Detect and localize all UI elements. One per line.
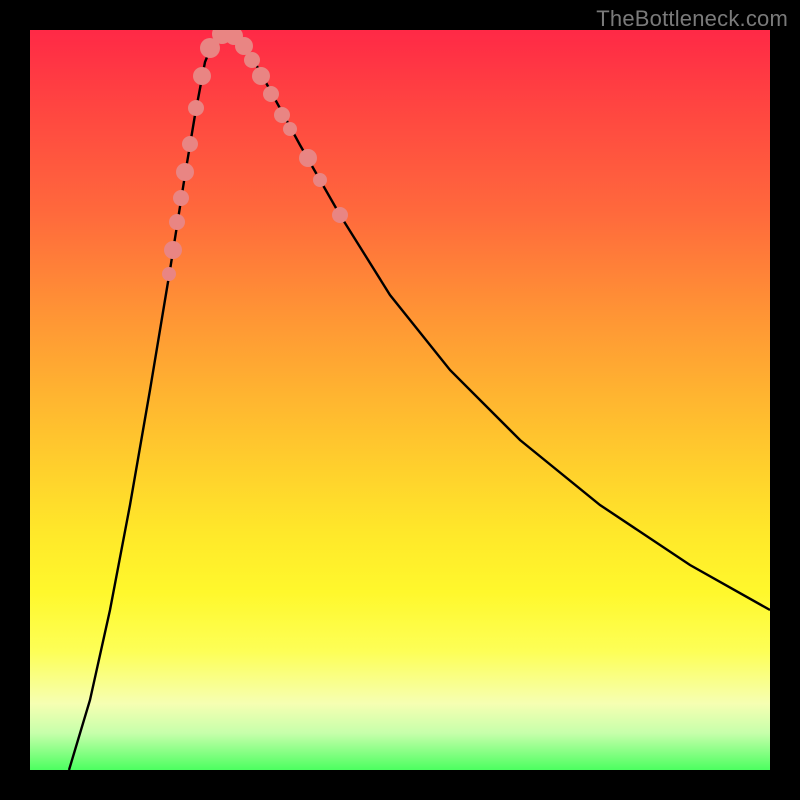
data-marker	[182, 136, 198, 152]
data-marker	[244, 52, 260, 68]
bottleneck-curve	[69, 32, 770, 770]
data-marker	[162, 267, 176, 281]
plot-area	[30, 30, 770, 770]
data-marker	[176, 163, 194, 181]
data-marker	[188, 100, 204, 116]
data-marker	[173, 190, 189, 206]
watermark-text: TheBottleneck.com	[596, 6, 788, 32]
data-marker	[252, 67, 270, 85]
data-marker	[283, 122, 297, 136]
data-marker	[299, 149, 317, 167]
data-marker	[169, 214, 185, 230]
data-marker	[313, 173, 327, 187]
data-marker	[274, 107, 290, 123]
chart-frame: TheBottleneck.com	[0, 0, 800, 800]
curve-svg	[30, 30, 770, 770]
data-marker	[193, 67, 211, 85]
marker-group	[162, 30, 348, 281]
data-marker	[263, 86, 279, 102]
data-marker	[164, 241, 182, 259]
data-marker	[332, 207, 348, 223]
